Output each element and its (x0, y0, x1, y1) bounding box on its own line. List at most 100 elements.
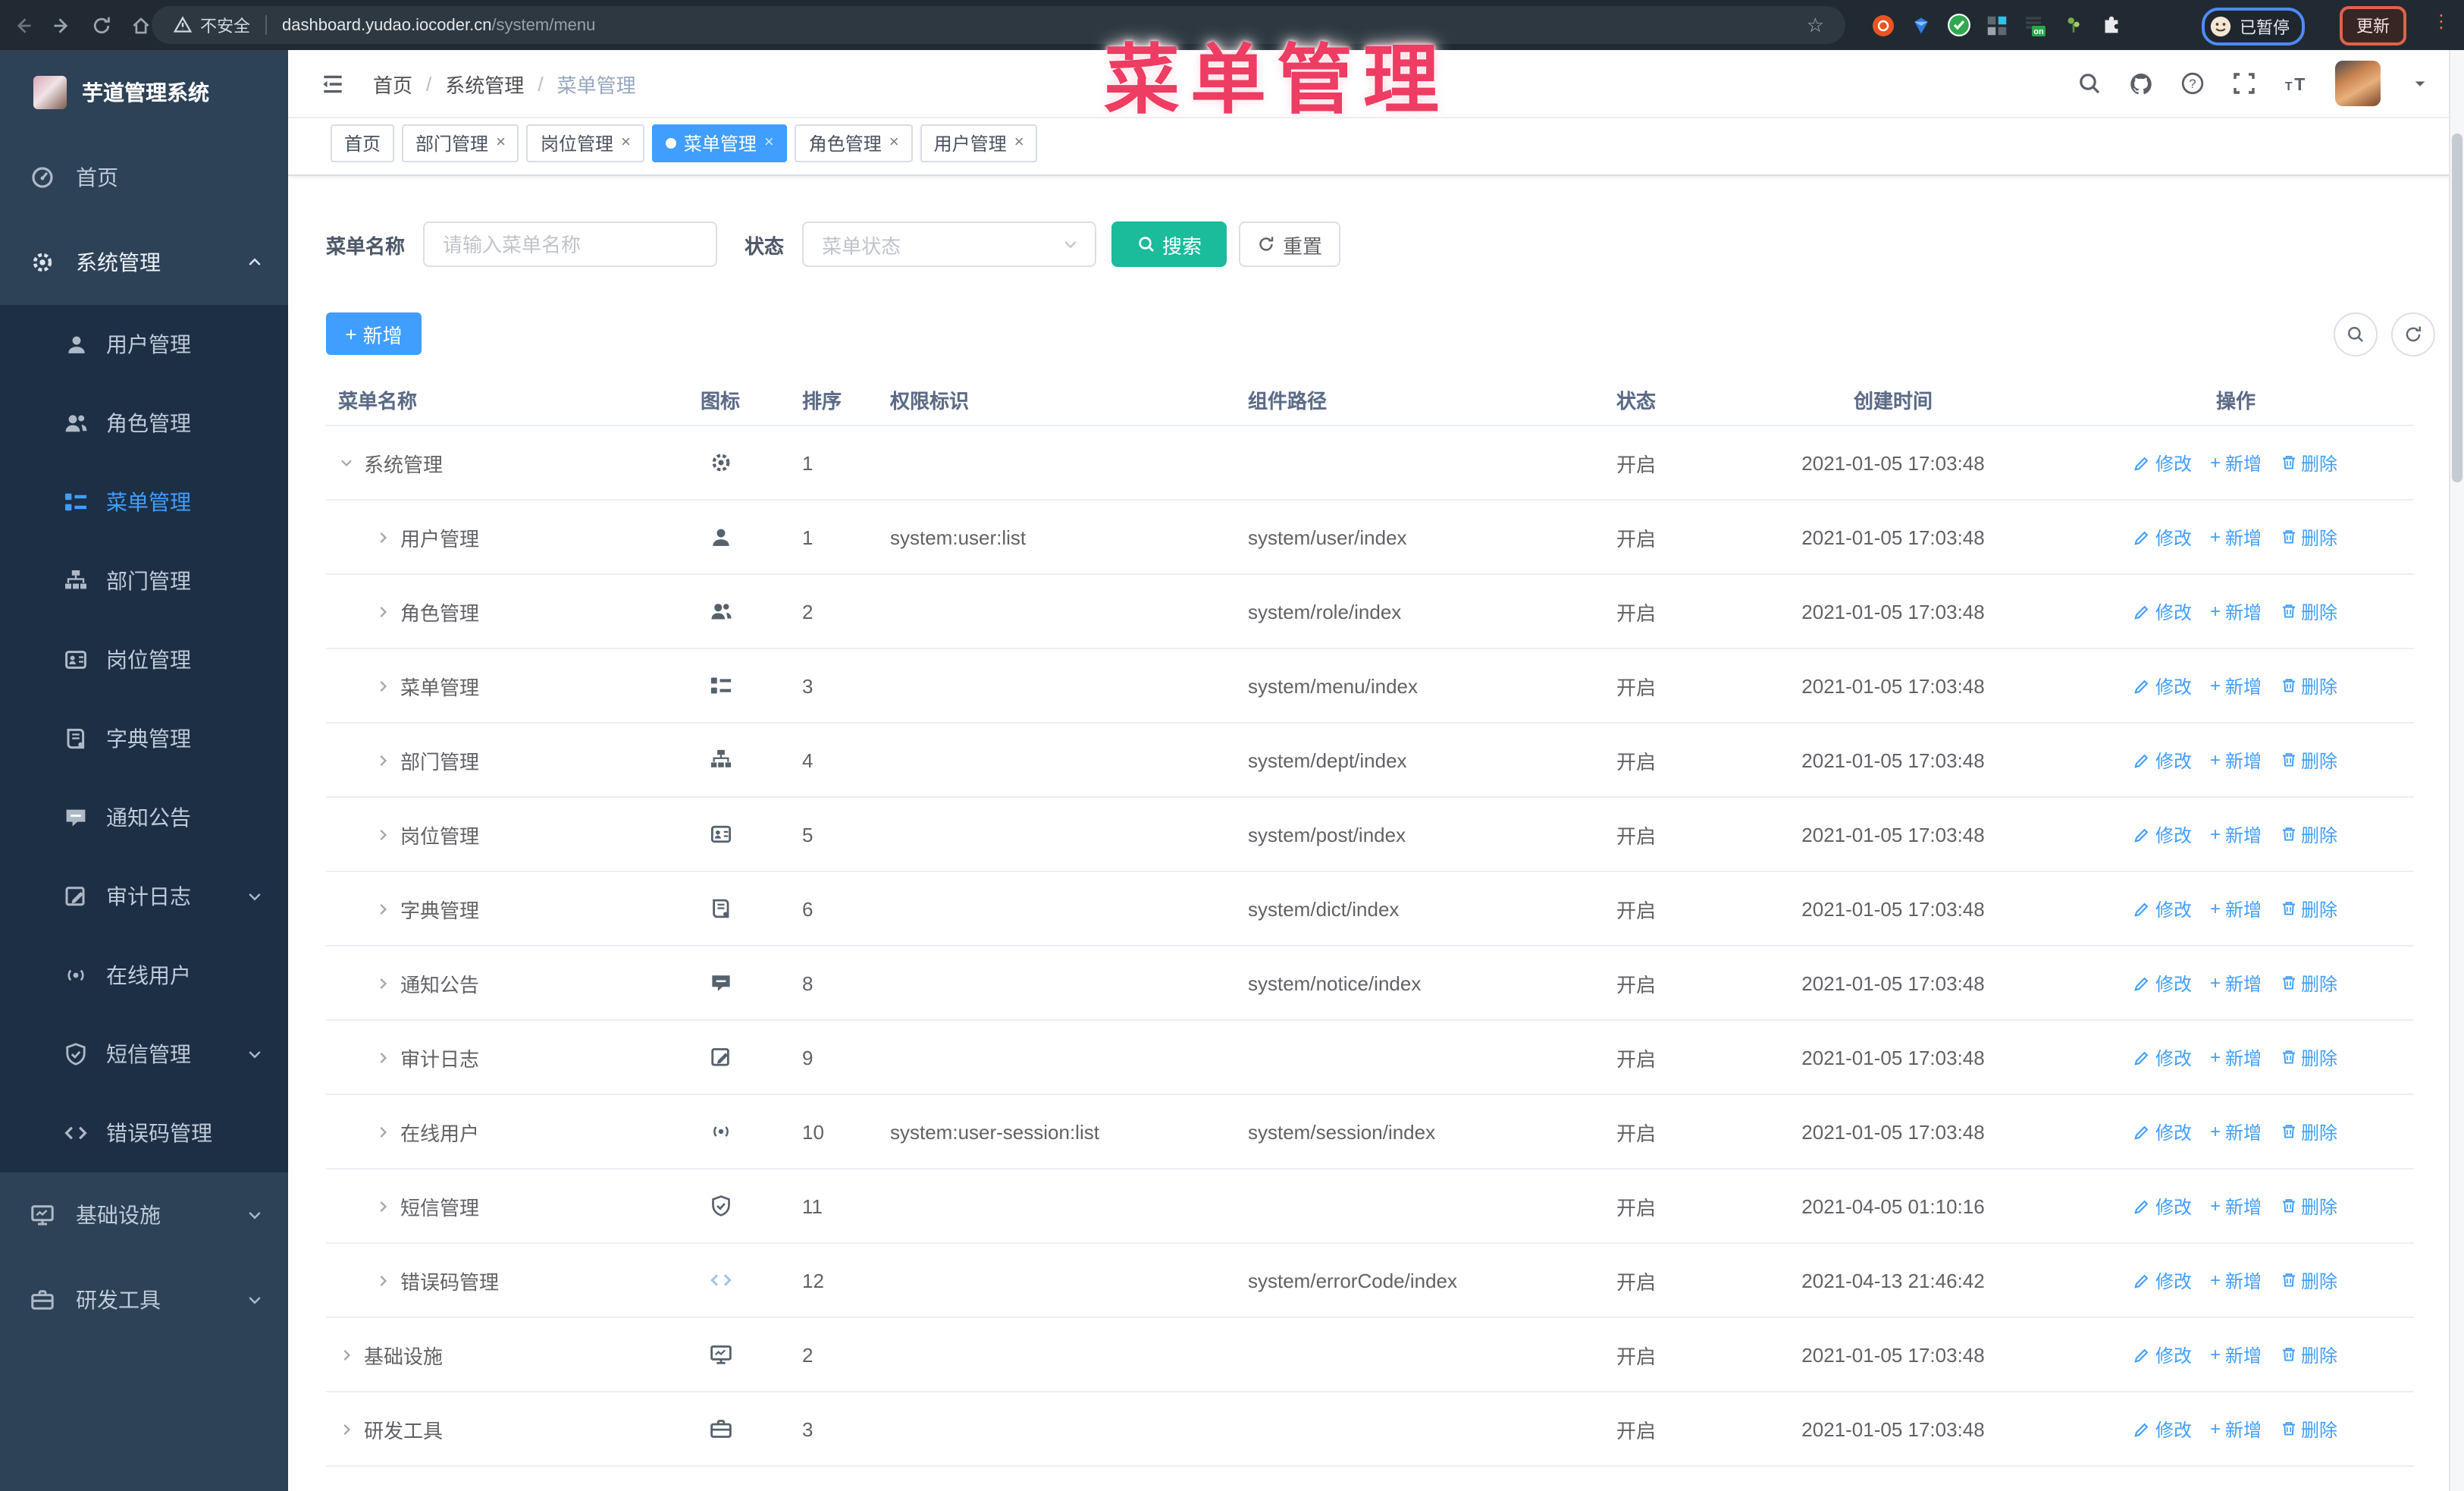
sidebar-item-0[interactable]: 首页 (0, 135, 288, 220)
sidebar-item-3[interactable]: 角色管理 (0, 384, 288, 463)
tab-3[interactable]: 菜单管理 × (651, 124, 788, 162)
chevron-right-icon[interactable] (375, 975, 391, 991)
add-link[interactable]: + 新增 (2210, 1119, 2262, 1144)
delete-link[interactable]: 删除 (2280, 1119, 2337, 1144)
sidebar-item-6[interactable]: 岗位管理 (0, 620, 288, 699)
list-on-extension-icon[interactable]: on (2023, 13, 2047, 37)
page-scrollbar[interactable] (2449, 50, 2464, 1491)
avatar[interactable] (2335, 61, 2381, 106)
tab-5[interactable]: 用户管理 × (920, 124, 1038, 162)
update-button[interactable]: 更新 (2340, 6, 2406, 46)
scrollbar-thumb[interactable] (2452, 133, 2462, 482)
chevron-right-icon[interactable] (375, 603, 391, 620)
sidebar-item-2[interactable]: 用户管理 (0, 305, 288, 384)
font-size-icon[interactable]: TT (2284, 71, 2308, 96)
status-select[interactable]: 菜单状态 (802, 221, 1097, 267)
add-link[interactable]: + 新增 (2210, 1267, 2262, 1293)
sidebar-item-4[interactable]: 菜单管理 (0, 463, 288, 541)
delete-link[interactable]: 删除 (2280, 1342, 2337, 1367)
delete-link[interactable]: 删除 (2280, 450, 2337, 476)
close-icon[interactable]: × (496, 134, 506, 152)
delete-link[interactable]: 删除 (2280, 1044, 2337, 1070)
add-link[interactable]: + 新增 (2210, 747, 2262, 773)
menu-name-input[interactable] (423, 221, 718, 267)
edit-link[interactable]: 修改 (2134, 1119, 2192, 1144)
sidebar-item-12[interactable]: 错误码管理 (0, 1094, 288, 1172)
sidebar-item-9[interactable]: 审计日志 (0, 857, 288, 936)
chevron-right-icon[interactable] (375, 1198, 391, 1214)
tab-1[interactable]: 部门管理 × (402, 124, 519, 162)
puzzle-extension-icon[interactable] (2099, 13, 2123, 37)
add-link[interactable]: + 新增 (2210, 673, 2262, 698)
add-button[interactable]: + 新增 (326, 312, 422, 355)
add-link[interactable]: + 新增 (2210, 598, 2262, 624)
tab-0[interactable]: 首页 (331, 124, 395, 162)
sidebar-item-1[interactable]: 系统管理 (0, 220, 288, 305)
edit-link[interactable]: 修改 (2134, 747, 2192, 773)
delete-link[interactable]: 删除 (2280, 673, 2337, 698)
edit-link[interactable]: 修改 (2134, 1416, 2192, 1442)
edit-link[interactable]: 修改 (2134, 1044, 2192, 1070)
chevron-down-icon[interactable] (338, 454, 355, 471)
chevron-right-icon[interactable] (375, 677, 391, 694)
breadcrumb-system[interactable]: 系统管理 (445, 69, 524, 98)
browser-menu-icon[interactable]: ⋮ (2432, 11, 2450, 32)
browser-reload-icon[interactable] (85, 8, 118, 42)
add-link[interactable]: + 新增 (2210, 821, 2262, 847)
browser-forward-icon[interactable] (45, 8, 79, 42)
close-icon[interactable]: × (621, 134, 631, 152)
help-icon[interactable]: ? (2180, 71, 2205, 96)
grid-extension-icon[interactable] (1985, 13, 2009, 37)
delete-link[interactable]: 删除 (2280, 1193, 2337, 1219)
address-bar[interactable]: 不安全 dashboard.yudao.iocoder.cn/system/me… (152, 6, 1845, 44)
edit-link[interactable]: 修改 (2134, 970, 2192, 996)
github-icon[interactable] (2129, 71, 2153, 96)
add-link[interactable]: + 新增 (2210, 1342, 2262, 1367)
edit-link[interactable]: 修改 (2134, 1193, 2192, 1219)
plant-extension-icon[interactable] (2061, 13, 2085, 37)
sidebar-item-10[interactable]: 在线用户 (0, 936, 288, 1015)
reset-button[interactable]: 重置 (1239, 221, 1341, 267)
breadcrumb-home[interactable]: 首页 (373, 69, 412, 98)
delete-link[interactable]: 删除 (2280, 747, 2337, 773)
edit-link[interactable]: 修改 (2134, 1267, 2192, 1293)
add-link[interactable]: + 新增 (2210, 970, 2262, 996)
chevron-right-icon[interactable] (375, 752, 391, 768)
delete-link[interactable]: 删除 (2280, 896, 2337, 921)
close-icon[interactable]: × (889, 134, 899, 152)
edit-link[interactable]: 修改 (2134, 524, 2192, 550)
delete-link[interactable]: 删除 (2280, 970, 2337, 996)
delete-link[interactable]: 删除 (2280, 524, 2337, 550)
search-button[interactable]: 搜索 (1111, 221, 1227, 267)
chevron-right-icon[interactable] (375, 1123, 391, 1140)
refresh-table-button[interactable] (2391, 312, 2435, 356)
chevron-right-icon[interactable] (375, 1049, 391, 1066)
add-link[interactable]: + 新增 (2210, 896, 2262, 921)
add-link[interactable]: + 新增 (2210, 450, 2262, 476)
sidebar-item-5[interactable]: 部门管理 (0, 541, 288, 620)
chevron-right-icon[interactable] (375, 1272, 391, 1289)
bookmark-star-icon[interactable]: ☆ (1807, 13, 1824, 37)
browser-back-icon[interactable] (6, 8, 39, 42)
add-link[interactable]: + 新增 (2210, 1193, 2262, 1219)
sidebar-item-7[interactable]: 字典管理 (0, 699, 288, 778)
delete-link[interactable]: 删除 (2280, 821, 2337, 847)
gem-extension-icon[interactable] (1909, 13, 1933, 37)
close-icon[interactable]: × (764, 134, 774, 152)
chevron-right-icon[interactable] (338, 1346, 355, 1363)
check-extension-icon[interactable] (1947, 13, 1971, 37)
close-icon[interactable]: × (1014, 134, 1024, 152)
app-logo[interactable]: 芋道管理系统 (0, 50, 288, 135)
edit-link[interactable]: 修改 (2134, 896, 2192, 921)
edit-link[interactable]: 修改 (2134, 673, 2192, 698)
edit-link[interactable]: 修改 (2134, 450, 2192, 476)
sidebar-item-8[interactable]: 通知公告 (0, 778, 288, 857)
chevron-right-icon[interactable] (375, 529, 391, 545)
hamburger-icon[interactable] (318, 70, 346, 97)
delete-link[interactable]: 删除 (2280, 1267, 2337, 1293)
edit-link[interactable]: 修改 (2134, 598, 2192, 624)
caret-down-icon[interactable] (2408, 71, 2432, 96)
sidebar-item-13[interactable]: 基础设施 (0, 1172, 288, 1257)
edit-link[interactable]: 修改 (2134, 821, 2192, 847)
chevron-right-icon[interactable] (338, 1420, 355, 1437)
